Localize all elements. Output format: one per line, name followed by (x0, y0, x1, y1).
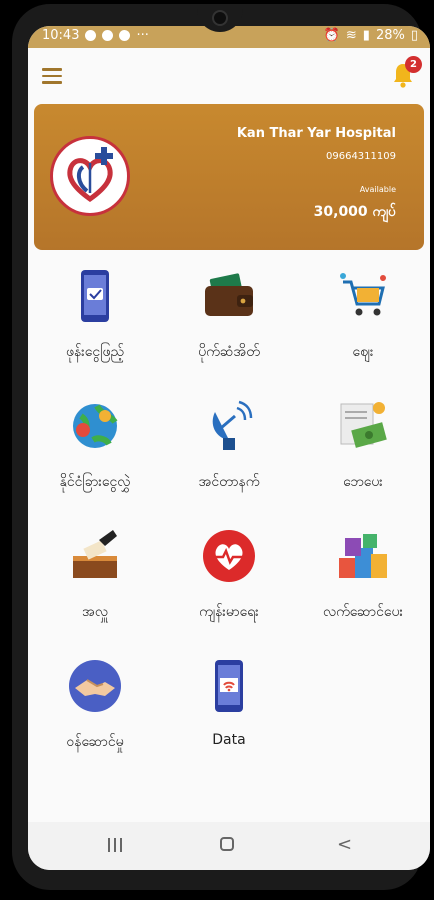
service-label: လက်ဆောင်ပေး (322, 604, 404, 620)
app-screen: 10:43 ··· ⏰ ≋ ▮ 28% ▯ 2 Kan Thar Yar Hos… (28, 26, 430, 870)
service-health[interactable]: ကျန်းမာရေး (162, 522, 296, 650)
alarm-icon: ⏰ (323, 28, 340, 43)
notification-bell-button[interactable]: 2 (392, 56, 422, 88)
wallet-icon (205, 273, 253, 316)
globe-money-icon (73, 404, 118, 448)
signal-icon: ▮ (362, 28, 370, 43)
hospital-logo (50, 136, 130, 216)
service-label: ဝန်ဆောင်မှု (66, 734, 124, 750)
service-phone-topup[interactable]: ဖုန်းငွေဖြည့် (28, 262, 162, 390)
service-label: ပိုက်ဆံအိတ် (198, 344, 260, 360)
service-internet[interactable]: အင်တာနက် (162, 392, 296, 520)
phone-topup-icon (81, 270, 109, 322)
service-label: အင်တာနက် (198, 474, 260, 490)
battery-icon: ▯ (410, 28, 418, 43)
service-shop[interactable]: ဈေး (296, 262, 430, 390)
service-donation[interactable]: အလှူ (28, 522, 162, 650)
satellite-dish-icon (212, 400, 253, 450)
bill-pay-icon (340, 402, 387, 448)
app-bar: 2 (28, 48, 430, 104)
messenger-icon (102, 30, 114, 41)
service-label: ကျန်းမာရေး (199, 604, 259, 620)
menu-icon[interactable] (42, 68, 62, 84)
service-label: ဈေး (352, 344, 374, 360)
mobile-data-icon (215, 660, 243, 712)
more-notifications-icon: ··· (136, 28, 149, 43)
facebook-icon (119, 30, 131, 41)
service-label: အလှူ (82, 604, 108, 620)
hospital-card: Kan Thar Yar Hospital 09664311109 Availa… (34, 104, 424, 250)
service-data[interactable]: Data (162, 652, 296, 780)
handshake-icon (69, 660, 121, 712)
hospital-phone: 09664311109 (326, 151, 396, 162)
service-label: နိုင်ငံခြားငွေလွှဲ (59, 474, 131, 490)
home-button[interactable] (220, 837, 234, 851)
service-label: Data (212, 732, 246, 748)
notification-dot-icon (85, 30, 97, 41)
system-nav-bar: < (28, 822, 430, 870)
service-foreign-transfer[interactable]: နိုင်ငံခြားငွေလွှဲ (28, 392, 162, 520)
battery-level: 28% (375, 28, 405, 43)
heart-health-icon (203, 530, 255, 582)
phone-frame: 10:43 ··· ⏰ ≋ ▮ 28% ▯ 2 Kan Thar Yar Hos… (12, 4, 430, 890)
available-balance: 30,000 ကျပ် (313, 204, 396, 220)
donation-box-icon (73, 530, 117, 578)
service-wallet[interactable]: ပိုက်ဆံအိတ် (162, 262, 296, 390)
available-label: Available (359, 185, 396, 194)
notification-badge: 2 (405, 56, 422, 73)
service-support[interactable]: ဝန်ဆောင်မှု (28, 652, 162, 780)
service-bill-pay[interactable]: ဘေပေး (296, 392, 430, 520)
front-camera-icon (212, 10, 228, 26)
status-time: 10:43 (42, 28, 80, 43)
service-gift[interactable]: လက်ဆောင်ပေး (296, 522, 430, 650)
recent-apps-button[interactable] (108, 838, 124, 852)
back-button[interactable]: < (337, 836, 352, 854)
service-label: ဖုန်းငွေဖြည့် (65, 344, 125, 360)
gift-boxes-icon (339, 534, 387, 578)
hospital-name: Kan Thar Yar Hospital (236, 126, 396, 141)
service-label: ဘေပေး (343, 474, 383, 490)
shopping-cart-icon (340, 273, 386, 316)
wifi-icon: ≋ (345, 28, 357, 43)
